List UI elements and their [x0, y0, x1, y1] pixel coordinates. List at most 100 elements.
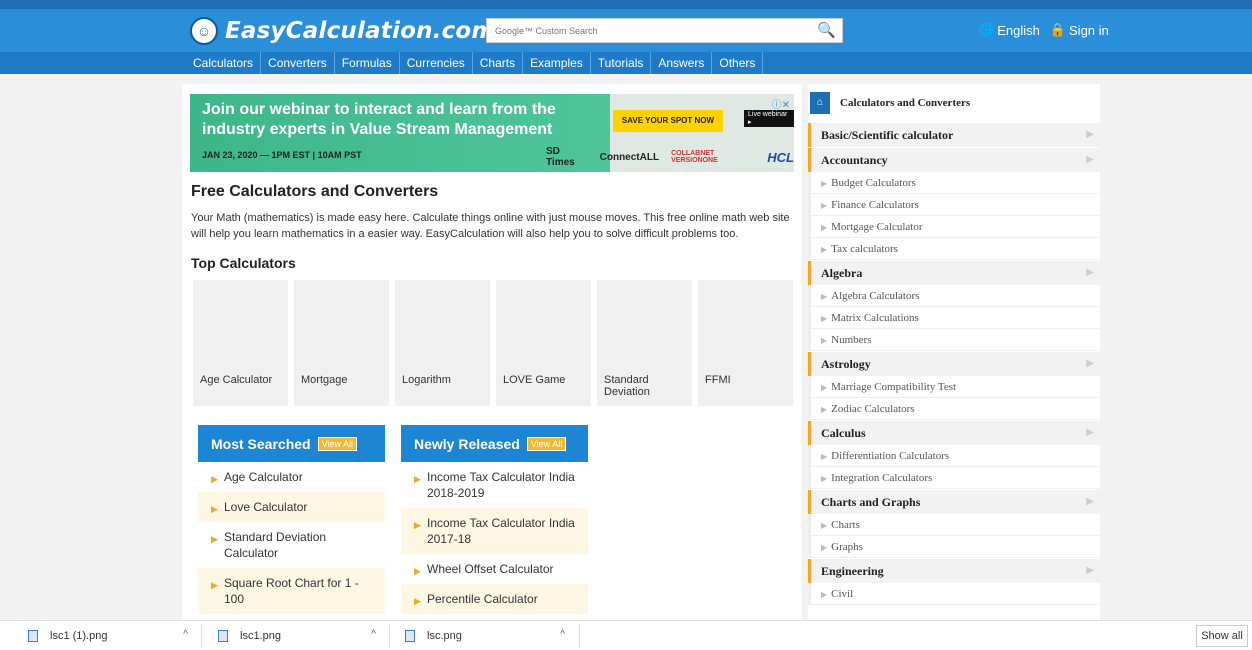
- most-searched-box: Most Searched View All ▶ Age Calculator ▶…: [198, 425, 385, 620]
- list-item[interactable]: ▶ Income Tax Calculator India 2018-2019: [401, 462, 588, 508]
- arrow-right-icon: ▶: [821, 314, 828, 323]
- sidebar-category[interactable]: Accountancy ▶: [808, 148, 1100, 172]
- ad-headline: Join our webinar to interact and learn f…: [202, 101, 556, 138]
- tile-standard-deviation[interactable]: Standard Deviation: [597, 280, 692, 406]
- tile-love-game[interactable]: LOVE Game: [496, 280, 591, 406]
- top-calculators-grid: Age Calculator Mortgage Logarithm LOVE G…: [193, 280, 793, 406]
- list-item[interactable]: ▶ Love Calculator: [198, 492, 385, 522]
- list-item-label: Standard Deviation Calculator: [224, 530, 327, 560]
- sidebar-item[interactable]: ▶ Graphs: [808, 536, 1100, 558]
- sidebar-item[interactable]: ▶ Civil: [808, 583, 1100, 605]
- tile-label: Age Calculator: [200, 374, 273, 386]
- nav-tutorials[interactable]: Tutorials: [591, 52, 652, 74]
- site-logo[interactable]: ☺ EasyCalculation.com: [190, 15, 496, 47]
- arrow-right-icon: ▶: [414, 474, 421, 484]
- list-item[interactable]: ▶ Standard Deviation Calculator: [198, 522, 385, 568]
- sidebar-item[interactable]: ▶ Differentiation Calculators: [808, 445, 1100, 467]
- nav-answers[interactable]: Answers: [651, 52, 713, 74]
- arrow-right-icon: ▶: [821, 223, 828, 232]
- sidebar-item-label: Tax calculators: [831, 243, 898, 255]
- home-icon[interactable]: ⌂: [810, 92, 830, 114]
- list-item[interactable]: ▶ Age Calculator: [198, 462, 385, 492]
- arrow-right-icon: ▶: [821, 383, 828, 392]
- chevron-up-icon[interactable]: ^: [560, 629, 565, 640]
- chevron-up-icon[interactable]: ^: [371, 629, 376, 640]
- sidebar-category-label: Accountancy: [821, 153, 888, 167]
- download-filename: lsc1 (1).png: [50, 629, 108, 642]
- divider: [201, 625, 202, 647]
- tile-logarithm[interactable]: Logarithm: [395, 280, 490, 406]
- sidebar-item-label: Marriage Compatibility Test: [831, 381, 957, 393]
- sidebar-category[interactable]: Algebra ▶: [808, 261, 1100, 285]
- sidebar-item-label: Charts: [831, 519, 860, 531]
- arrow-right-icon: ▶: [821, 521, 828, 530]
- ad-banner[interactable]: Join our webinar to interact and learn f…: [190, 94, 794, 172]
- sidebar-category[interactable]: Engineering ▶: [808, 559, 1100, 583]
- list-item[interactable]: ▶ Percentile Calculator: [401, 584, 588, 614]
- sidebar-item[interactable]: ▶ Matrix Calculations: [808, 307, 1100, 329]
- nav-charts[interactable]: Charts: [473, 52, 524, 74]
- newly-released-title: Newly Released: [414, 435, 520, 452]
- ad-logos: SD Times ConnectALL COLLABNET VERSIONONE…: [546, 146, 794, 168]
- sidebar-item[interactable]: ▶ Marriage Compatibility Test: [808, 376, 1100, 398]
- tile-mortgage[interactable]: Mortgage: [294, 280, 389, 406]
- language-link[interactable]: 🌐 English: [978, 22, 1040, 38]
- sidebar-item[interactable]: ▶ Numbers: [808, 329, 1100, 351]
- sidebar-item-label: Algebra Calculators: [831, 290, 920, 302]
- show-all-button[interactable]: Show all: [1196, 625, 1248, 647]
- arrow-right-icon: ▶: [821, 201, 828, 210]
- download-item[interactable]: lsc.png ^: [405, 621, 565, 650]
- newly-released-view-all-button[interactable]: View All: [526, 436, 567, 451]
- sidebar-item[interactable]: ▶ Budget Calculators: [808, 172, 1100, 194]
- image-file-icon: [28, 629, 38, 642]
- sidebar-item[interactable]: ▶ Tax calculators: [808, 238, 1100, 260]
- arrow-right-icon: ▶: [211, 580, 218, 590]
- nav-calculators[interactable]: Calculators: [186, 52, 262, 74]
- sidebar-item[interactable]: ▶ Charts: [808, 514, 1100, 536]
- ad-cta-button[interactable]: SAVE YOUR SPOT NOW: [613, 110, 723, 132]
- download-item[interactable]: lsc1.png ^: [218, 621, 376, 650]
- list-item-label: Income Tax Calculator India 2017-18: [427, 516, 575, 546]
- download-filename: lsc1.png: [240, 629, 281, 642]
- sidebar-category[interactable]: Charts and Graphs ▶: [808, 490, 1100, 514]
- image-file-icon: [218, 629, 228, 642]
- nav-others[interactable]: Others: [712, 52, 764, 74]
- list-item[interactable]: ▶ Square Root Chart for 1 - 100: [198, 568, 385, 614]
- sign-in-link[interactable]: 🔒 Sign in: [1050, 22, 1109, 38]
- nav-converters[interactable]: Converters: [261, 52, 335, 74]
- most-searched-view-all-button[interactable]: View All: [317, 436, 357, 451]
- nav-currencies[interactable]: Currencies: [400, 52, 473, 74]
- sidebar-item[interactable]: ▶ Mortgage Calculator: [808, 216, 1100, 238]
- sidebar-item[interactable]: ▶ Zodiac Calculators: [808, 398, 1100, 420]
- sidebar-category[interactable]: Calculus ▶: [808, 421, 1100, 445]
- chevron-right-icon: ▶: [1086, 154, 1094, 165]
- ad-live-badge[interactable]: Live webinar ▸: [744, 110, 794, 127]
- sidebar-category-label: Calculus: [821, 426, 866, 440]
- tile-age-calculator[interactable]: Age Calculator: [193, 280, 288, 406]
- download-item[interactable]: lsc1 (1).png ^: [28, 621, 188, 650]
- intro-text: Your Math (mathematics) is made easy her…: [191, 212, 790, 240]
- nav-examples[interactable]: Examples: [523, 52, 591, 74]
- search-icon[interactable]: 🔍: [817, 21, 836, 39]
- tile-label: Standard Deviation: [604, 374, 650, 398]
- arrow-right-icon: ▶: [821, 179, 828, 188]
- sidebar-category[interactable]: Basic/Scientific calculator ▶: [808, 123, 1100, 147]
- chevron-right-icon: ▶: [1086, 427, 1094, 438]
- sidebar-category-label: Astrology: [821, 357, 871, 371]
- chevron-up-icon[interactable]: ^: [183, 629, 188, 640]
- tile-ffmi[interactable]: FFMI: [698, 280, 793, 406]
- sidebar-item-label: Differentiation Calculators: [831, 450, 950, 462]
- nav-formulas[interactable]: Formulas: [335, 52, 400, 74]
- list-item[interactable]: ▶ Income Tax Calculator India 2017-18: [401, 508, 588, 554]
- sidebar-item[interactable]: ▶ Integration Calculators: [808, 467, 1100, 489]
- list-item[interactable]: ▶ Wheel Offset Calculator: [401, 554, 588, 584]
- sidebar-list: Basic/Scientific calculator ▶ Accountancy ▶…: [808, 123, 1100, 605]
- sidebar-category-label: Algebra: [821, 266, 863, 280]
- search-input[interactable]: [487, 19, 807, 42]
- header-links: 🌐 English 🔒 Sign in: [978, 22, 1109, 38]
- sidebar-item[interactable]: ▶ Algebra Calculators: [808, 285, 1100, 307]
- ad-close-icon[interactable]: ⓘ✕: [772, 96, 790, 111]
- sidebar-item[interactable]: ▶ Finance Calculators: [808, 194, 1100, 216]
- sidebar-category[interactable]: Astrology ▶: [808, 352, 1100, 376]
- page-title: Free Calculators and Converters: [191, 183, 439, 200]
